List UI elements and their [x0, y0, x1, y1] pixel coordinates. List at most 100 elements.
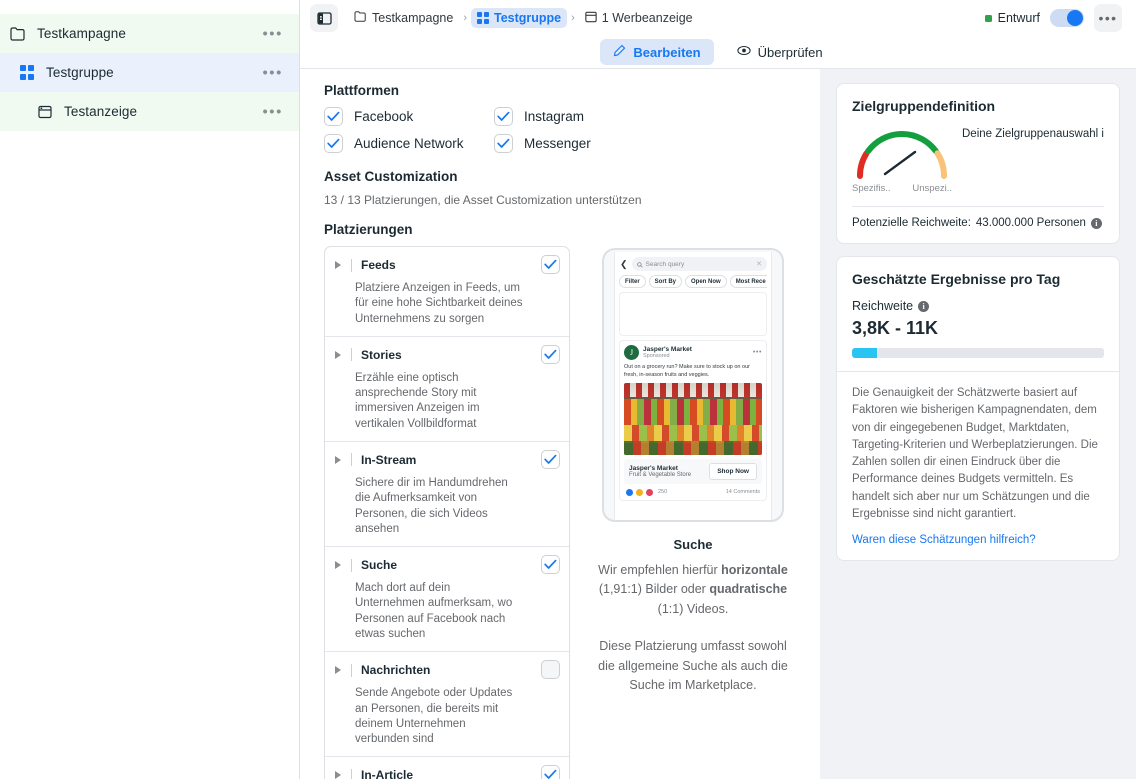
estimates-disclaimer: Die Genauigkeit der Schätzwerte basiert …	[852, 387, 1098, 520]
rec-mid: (1,91:1) Bilder oder	[598, 582, 710, 597]
chevron-right-icon[interactable]	[335, 261, 341, 269]
platform-facebook[interactable]: Facebook	[324, 107, 494, 126]
avatar: J	[624, 345, 639, 360]
sidebar-adset-menu[interactable]: •••	[262, 65, 283, 80]
preview-search-input[interactable]: Search query ✕	[631, 257, 767, 271]
placement-row-stories[interactable]: Stories Erzähle eine optisch ansprechend…	[325, 337, 569, 442]
divider	[351, 258, 352, 272]
top-bar: Testkampagne › Testgruppe › 1 Werbeanzei…	[300, 0, 1136, 36]
breadcrumb-separator: ›	[463, 12, 467, 24]
ad-menu-icon[interactable]: •••	[753, 349, 762, 356]
breadcrumb-ad-label: 1 Werbeanzeige	[601, 11, 693, 25]
placement-row-in-article[interactable]: In-Article Interagiere mit Personen, die…	[325, 757, 569, 779]
divider	[351, 558, 352, 572]
settings-content: Plattformen Facebook Instagram Audience …	[300, 69, 820, 779]
placement-desc: Erzähle eine optisch ansprechende Story …	[355, 371, 480, 430]
window-icon	[585, 11, 597, 26]
chevron-right-icon[interactable]	[335, 561, 341, 570]
ad-sponsored-label: Sponsored	[643, 353, 670, 359]
breadcrumb-ad[interactable]: 1 Werbeanzeige	[579, 8, 699, 29]
tab-bearbeiten[interactable]: Bearbeiten	[600, 39, 714, 65]
placement-title: In-Article	[361, 768, 414, 779]
chevron-right-icon[interactable]	[335, 666, 341, 675]
platform-instagram[interactable]: Instagram	[494, 107, 664, 126]
ad-cta-button[interactable]: Shop Now	[709, 462, 757, 480]
sidebar-campaign-menu[interactable]: •••	[262, 26, 283, 41]
gauge-right-label: Unspezi..	[912, 183, 952, 194]
phone-screen: ❮ Search query ✕ Filter Sort By Open Now…	[614, 252, 772, 520]
placement-checkbox-feeds[interactable]	[541, 255, 560, 274]
chip-most-recent[interactable]: Most Rece	[729, 275, 767, 288]
estimates-feedback-link[interactable]: Waren diese Schätzungen hilfreich?	[852, 534, 1104, 546]
breadcrumb-campaign[interactable]: Testkampagne	[348, 8, 459, 28]
placement-title: Nachrichten	[361, 663, 431, 678]
chip-sort-by[interactable]: Sort By	[648, 275, 683, 288]
tab-ueberpruefen[interactable]: Überprüfen	[724, 39, 836, 65]
chip-filter[interactable]: Filter	[619, 275, 646, 288]
status-dot-icon	[984, 14, 992, 22]
placement-checkbox-in-stream[interactable]	[541, 449, 560, 469]
chevron-right-icon[interactable]	[335, 455, 341, 464]
pencil-icon	[613, 44, 626, 60]
ad-image	[624, 382, 762, 455]
sidebar-item-adset[interactable]: Testgruppe •••	[0, 53, 299, 92]
estimated-reach-bar-fill	[852, 348, 878, 358]
estimated-reach-bar	[852, 348, 1104, 358]
platform-audience-network[interactable]: Audience Network	[324, 134, 494, 153]
platform-messenger-checkbox[interactable]	[494, 134, 513, 153]
grid-icon	[476, 12, 489, 24]
divider	[852, 206, 1104, 207]
folder-icon	[9, 25, 27, 43]
chevron-right-icon[interactable]	[335, 771, 341, 779]
ad-reaction-count: 250	[658, 489, 668, 496]
platform-audience-network-checkbox[interactable]	[324, 134, 343, 153]
ad-body-text: Out on a grocery run? Make sure to stock…	[624, 364, 750, 378]
preview-filter-chips: Filter Sort By Open Now Most Rece	[619, 275, 767, 288]
info-icon[interactable]: i	[918, 300, 930, 312]
close-icon[interactable]: ✕	[756, 260, 762, 268]
eye-icon	[736, 44, 751, 60]
chevron-right-icon[interactable]	[335, 350, 341, 359]
placement-preview: ❮ Search query ✕ Filter Sort By Open Now…	[586, 246, 800, 779]
grid-icon	[18, 64, 36, 82]
chip-open-now[interactable]: Open Now	[685, 275, 727, 288]
placement-row-suche[interactable]: Suche Mach dort auf dein Unternehmen auf…	[325, 547, 569, 653]
placement-row-feeds[interactable]: Feeds Platziere Anzeigen in Feeds, um fü…	[325, 247, 569, 337]
breadcrumb-adset[interactable]: Testgruppe	[470, 8, 568, 28]
preview-recommendation: Wir empfehlen hierfür horizontale (1,91:…	[586, 561, 800, 619]
sidebar-ad-menu[interactable]: •••	[262, 104, 283, 119]
more-actions-icon[interactable]: •••	[1094, 4, 1122, 32]
platforms-group: Facebook Instagram Audience Network Mess…	[324, 107, 800, 153]
folder-icon	[354, 11, 367, 25]
placement-desc: Platziere Anzeigen in Feeds, um für eine…	[355, 282, 523, 325]
placement-checkbox-nachrichten[interactable]	[541, 660, 560, 680]
placement-row-nachrichten[interactable]: Nachrichten Sende Angebote oder Updates …	[325, 652, 569, 758]
sidebar-campaign-label: Testkampagne	[37, 26, 127, 41]
placement-desc: Sende Angebote oder Updates an Personen,…	[355, 687, 513, 746]
top-bar-actions: Entwurf •••	[984, 4, 1122, 32]
sidebar-item-campaign[interactable]: Testkampagne •••	[0, 14, 299, 53]
panel-toggle-icon[interactable]	[310, 4, 338, 32]
platform-audience-network-label: Audience Network	[354, 136, 464, 151]
platform-instagram-checkbox[interactable]	[494, 107, 513, 126]
sidebar-item-ad[interactable]: Testanzeige •••	[0, 92, 299, 131]
audience-gauge: Spezifis.. Unspezi..	[852, 126, 952, 194]
placement-title: Suche	[361, 558, 398, 573]
platform-messenger[interactable]: Messenger	[494, 134, 664, 153]
placement-desc: Sichere dir im Handumdrehen die Aufmerks…	[355, 476, 508, 535]
estimated-reach-label: Reichweite	[852, 299, 914, 313]
placement-checkbox-stories[interactable]	[541, 344, 560, 364]
platform-facebook-checkbox[interactable]	[324, 107, 343, 126]
ad-link-footer: Jasper's Market Fruit & Vegetable Store …	[624, 458, 762, 484]
divider	[351, 663, 352, 677]
window-icon	[36, 103, 54, 121]
info-icon[interactable]: i	[1090, 217, 1102, 229]
audience-definition-card: Zielgruppendefinition Spezifis.. Unspezi…	[836, 83, 1120, 244]
placement-row-in-stream[interactable]: In-Stream Sichere dir im Handumdrehen di…	[325, 442, 569, 548]
status-toggle[interactable]	[1050, 9, 1084, 27]
placement-checkbox-suche[interactable]	[541, 555, 560, 575]
placement-checkbox-in-article[interactable]	[541, 765, 560, 779]
rec-pre: Wir empfehlen hierfür	[598, 563, 722, 577]
placement-title: Stories	[361, 347, 402, 362]
placements-list: Feeds Platziere Anzeigen in Feeds, um fü…	[324, 246, 570, 779]
